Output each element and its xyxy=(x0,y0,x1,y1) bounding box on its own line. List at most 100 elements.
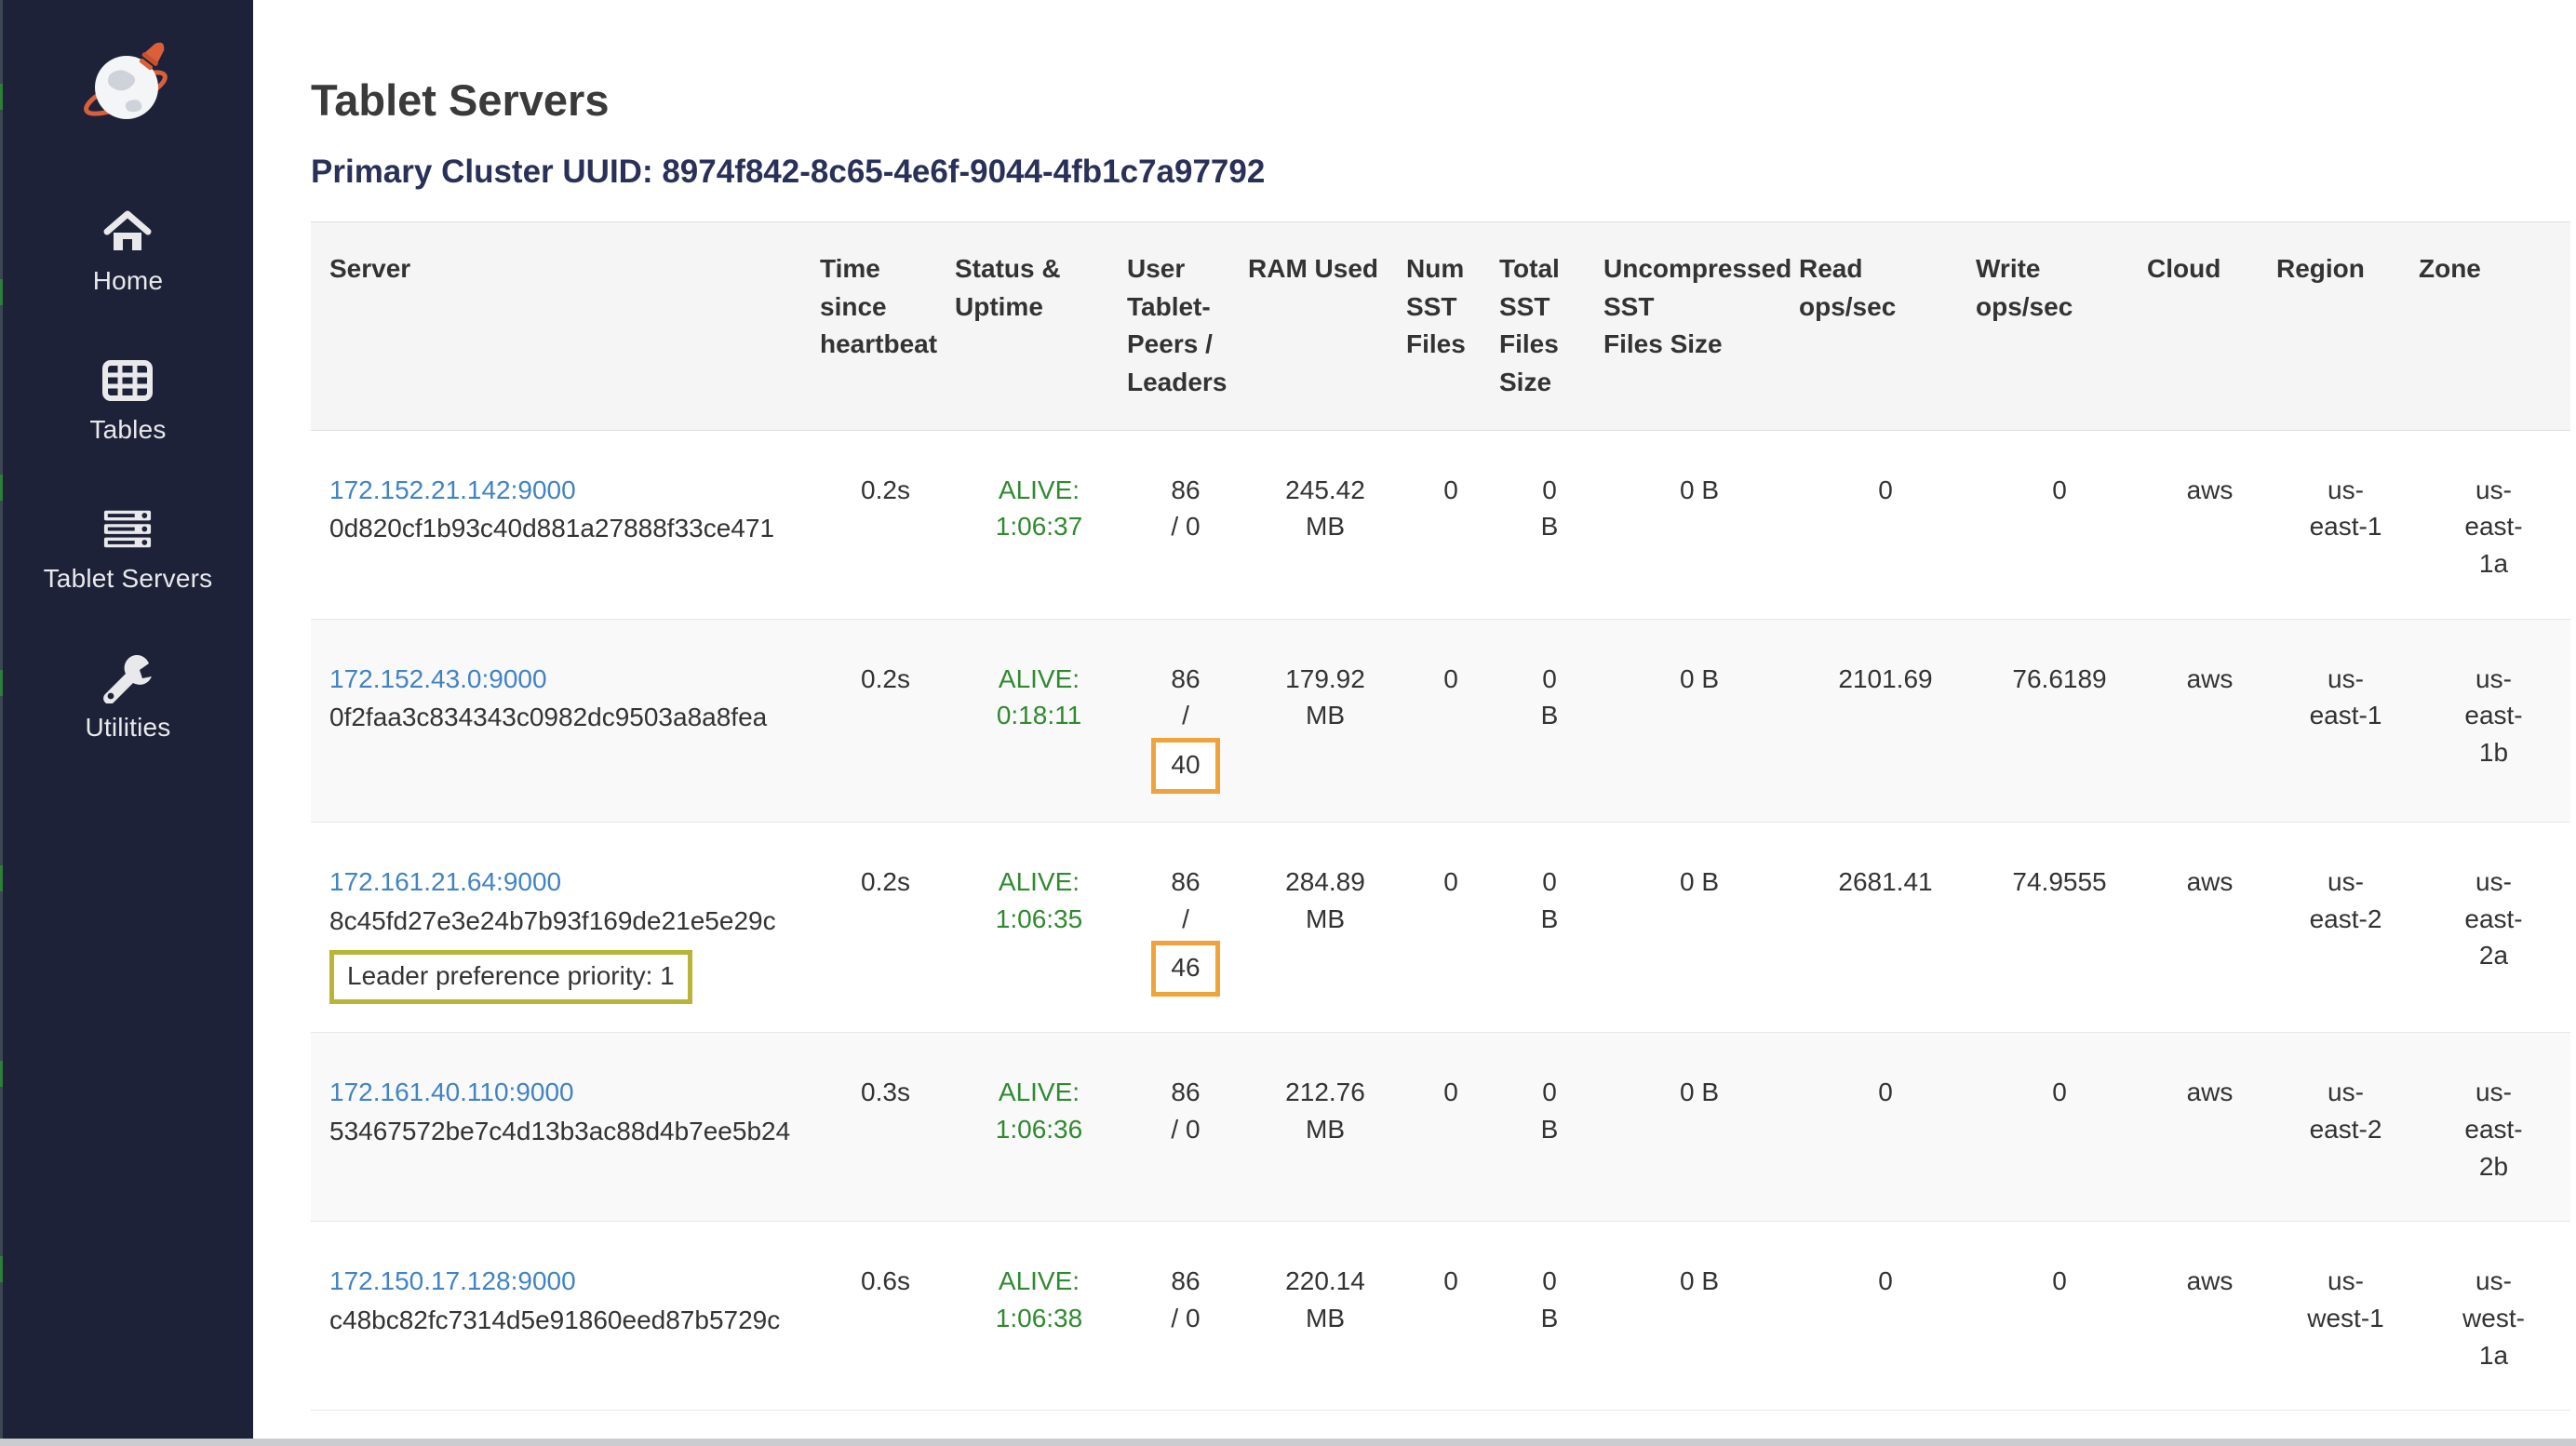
column-header: Time since heartbeat xyxy=(818,222,953,430)
status-alive: ALIVE: xyxy=(959,1263,1120,1300)
cell-uncompressed-sst-size: 0 B xyxy=(1602,1033,1797,1222)
cell-uncompressed-sst-size: 0 B xyxy=(1602,822,1797,1032)
uptime-value: 1:06:38 xyxy=(959,1300,1120,1337)
uncompressed-sst-value: 0 B xyxy=(1680,1266,1719,1295)
cell-ram-used: 284.89 MB xyxy=(1246,822,1404,1032)
cell-status: ALIVE:1:06:37 xyxy=(953,430,1125,619)
cell-read-ops: 0 xyxy=(1797,1222,1974,1411)
cell-uncompressed-sst-size: 0 B xyxy=(1602,1222,1797,1411)
cell-server: 172.150.17.128:9000 c48bc82fc7314d5e91860… xyxy=(311,1222,818,1411)
heartbeat-value: 0.2s xyxy=(861,664,910,693)
yugabyte-logo-icon[interactable] xyxy=(82,35,175,140)
cell-peers-leaders: 86/40 xyxy=(1125,619,1246,822)
peers-slash: / xyxy=(1131,697,1241,734)
peers-count: 86 xyxy=(1131,864,1241,901)
cell-cloud: aws xyxy=(2145,430,2274,619)
write-ops-value: 76.6189 xyxy=(2012,664,2106,693)
num-sst-value: 0 xyxy=(1443,475,1458,504)
cell-region: us-east-2 xyxy=(2274,1033,2417,1222)
sidebar-item-tables[interactable]: Tables xyxy=(89,355,166,445)
cell-zone: us-east-2a xyxy=(2417,822,2570,1032)
cell-server: 172.161.21.64:90008c45fd27e3e24b7b93f169… xyxy=(311,822,818,1032)
column-header: RAM Used xyxy=(1246,222,1404,430)
cell-read-ops: 0 xyxy=(1797,430,1974,619)
cell-write-ops: 0 xyxy=(1974,1033,2145,1222)
cell-write-ops: 74.9555 xyxy=(1974,822,2145,1032)
sidebar-item-home[interactable]: Home xyxy=(93,207,164,296)
read-ops-value: 0 xyxy=(1878,475,1893,504)
cell-peers-leaders: 86/ 0 xyxy=(1125,1033,1246,1222)
table-row: 172.161.40.110:9000 53467572be7c4d13b3ac8… xyxy=(311,1033,2570,1222)
write-ops-value: 0 xyxy=(2052,475,2067,504)
column-header: Zone xyxy=(2417,222,2570,430)
cell-read-ops: 2101.69 xyxy=(1797,619,1974,822)
cloud-value: aws xyxy=(2187,664,2234,693)
zone-value: us-west-1a xyxy=(2453,1263,2535,1373)
server-uuid: c48bc82fc7314d5e91860eed87b5729c xyxy=(329,1302,812,1339)
column-header: Cloud xyxy=(2145,222,2274,430)
server-uuid: 53467572be7c4d13b3ac88d4b7ee5b24 xyxy=(329,1113,812,1150)
num-sst-value: 0 xyxy=(1443,1266,1458,1295)
sidebar: Home Tables xyxy=(3,0,253,1439)
cell-heartbeat: 0.2s xyxy=(818,822,953,1032)
cell-write-ops: 0 xyxy=(1974,430,2145,619)
ram-value: 179.92 MB xyxy=(1268,661,1382,735)
server-link[interactable]: 172.161.21.64:9000 xyxy=(329,867,561,896)
sidebar-item-label: Home xyxy=(93,266,164,296)
cell-status: ALIVE:1:06:35 xyxy=(953,822,1125,1032)
uptime-value: 1:06:35 xyxy=(959,901,1120,938)
cell-server: 172.152.43.0:90000f2faa3c834343c0982dc95… xyxy=(311,619,818,822)
peers-slash: / xyxy=(1131,901,1241,938)
server-link[interactable]: 172.161.40.110:9000 xyxy=(329,1078,574,1106)
read-ops-value: 0 xyxy=(1878,1078,1893,1106)
column-header: Status & Uptime xyxy=(953,222,1125,430)
read-ops-value: 0 xyxy=(1878,1266,1893,1295)
zone-value: us-east-2a xyxy=(2453,864,2535,974)
zone-value: us-east-1b xyxy=(2453,661,2535,771)
cell-server: 172.161.40.110:9000 53467572be7c4d13b3ac8… xyxy=(311,1033,818,1222)
sidebar-item-tablet-servers[interactable]: Tablet Servers xyxy=(44,504,213,594)
cell-zone: us-east-1b xyxy=(2417,619,2570,822)
cell-write-ops: 0 xyxy=(1974,1222,2145,1411)
uptime-value: 1:06:37 xyxy=(959,508,1120,545)
cell-read-ops: 0 xyxy=(1797,1033,1974,1222)
table-row: 172.152.43.0:90000f2faa3c834343c0982dc95… xyxy=(311,619,2570,822)
heartbeat-value: 0.6s xyxy=(861,1266,910,1295)
read-ops-value: 2681.41 xyxy=(1838,867,1932,896)
num-sst-value: 0 xyxy=(1443,867,1458,896)
sidebar-item-utilities[interactable]: Utilities xyxy=(85,653,170,743)
tables-icon xyxy=(102,355,153,406)
column-header: Uncompressed SST Files Size xyxy=(1602,222,1797,430)
cell-status: ALIVE:1:06:38 xyxy=(953,1222,1125,1411)
leaders-count-highlighted: 46 xyxy=(1151,941,1219,997)
cell-ram-used: 220.14 MB xyxy=(1246,1222,1404,1411)
region-value: us-east-2 xyxy=(2305,864,2387,938)
cell-server: 172.152.21.142:90000d820cf1b93c40d881a27… xyxy=(311,430,818,619)
cell-cloud: aws xyxy=(2145,822,2274,1032)
uncompressed-sst-value: 0 B xyxy=(1680,1078,1719,1106)
zone-value: us-east-1a xyxy=(2453,472,2535,582)
ram-value: 220.14 MB xyxy=(1268,1263,1382,1337)
cell-num-sst-files: 0 xyxy=(1404,822,1497,1032)
uptime-value: 1:06:36 xyxy=(959,1111,1120,1148)
server-link[interactable]: 172.152.21.142:9000 xyxy=(329,475,576,504)
server-link[interactable]: 172.152.43.0:9000 xyxy=(329,664,547,693)
write-ops-value: 0 xyxy=(2052,1266,2067,1295)
uptime-value: 0:18:11 xyxy=(959,697,1120,734)
leaders-count: / 0 xyxy=(1131,1111,1241,1148)
status-alive: ALIVE: xyxy=(959,1074,1120,1111)
cell-cloud: aws xyxy=(2145,1033,2274,1222)
column-header: User Tablet- Peers / Leaders xyxy=(1125,222,1246,430)
leaders-count: / 0 xyxy=(1131,1300,1241,1337)
uncompressed-sst-value: 0 B xyxy=(1680,867,1719,896)
server-link[interactable]: 172.150.17.128:9000 xyxy=(329,1266,576,1295)
cell-peers-leaders: 86/ 0 xyxy=(1125,430,1246,619)
cell-num-sst-files: 0 xyxy=(1404,430,1497,619)
zone-value: us-east-2b xyxy=(2453,1074,2535,1185)
heartbeat-value: 0.2s xyxy=(861,867,910,896)
main-content: Tablet Servers Primary Cluster UUID: 897… xyxy=(253,0,2576,1439)
column-header: Region xyxy=(2274,222,2417,430)
table-header: ServerTime since heartbeatStatus & Uptim… xyxy=(311,222,2570,430)
cell-zone: us-east-2b xyxy=(2417,1033,2570,1222)
cell-ram-used: 179.92 MB xyxy=(1246,619,1404,822)
